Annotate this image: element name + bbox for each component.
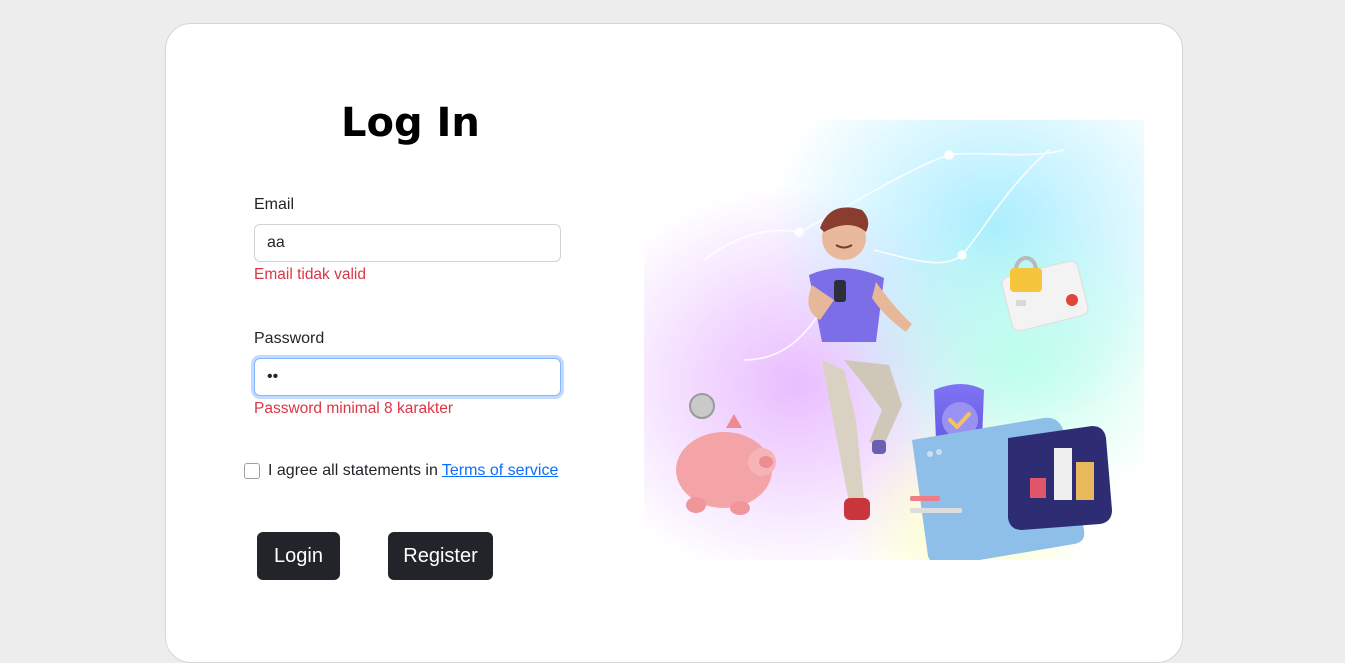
email-label: Email: [254, 196, 295, 213]
password-label: Password: [254, 330, 325, 347]
terms-row: I agree all statements in Terms of servi…: [244, 462, 558, 480]
agree-text: I agree all statements in: [268, 462, 438, 479]
password-error: Password minimal 8 karakter: [254, 400, 453, 417]
email-error: Email tidak valid: [254, 266, 366, 283]
page-title: Log In: [341, 100, 480, 146]
bar-chart-icon: [1008, 426, 1112, 530]
password-input[interactable]: [254, 358, 561, 396]
email-input[interactable]: [254, 224, 561, 262]
agree-checkbox[interactable]: [244, 463, 260, 479]
login-card: Log In Email Email tidak valid Password …: [165, 23, 1183, 663]
register-button[interactable]: Register: [388, 532, 493, 580]
finance-security-illustration: [644, 120, 1144, 560]
login-button[interactable]: Login: [257, 532, 340, 580]
terms-link[interactable]: Terms of service: [442, 462, 558, 480]
